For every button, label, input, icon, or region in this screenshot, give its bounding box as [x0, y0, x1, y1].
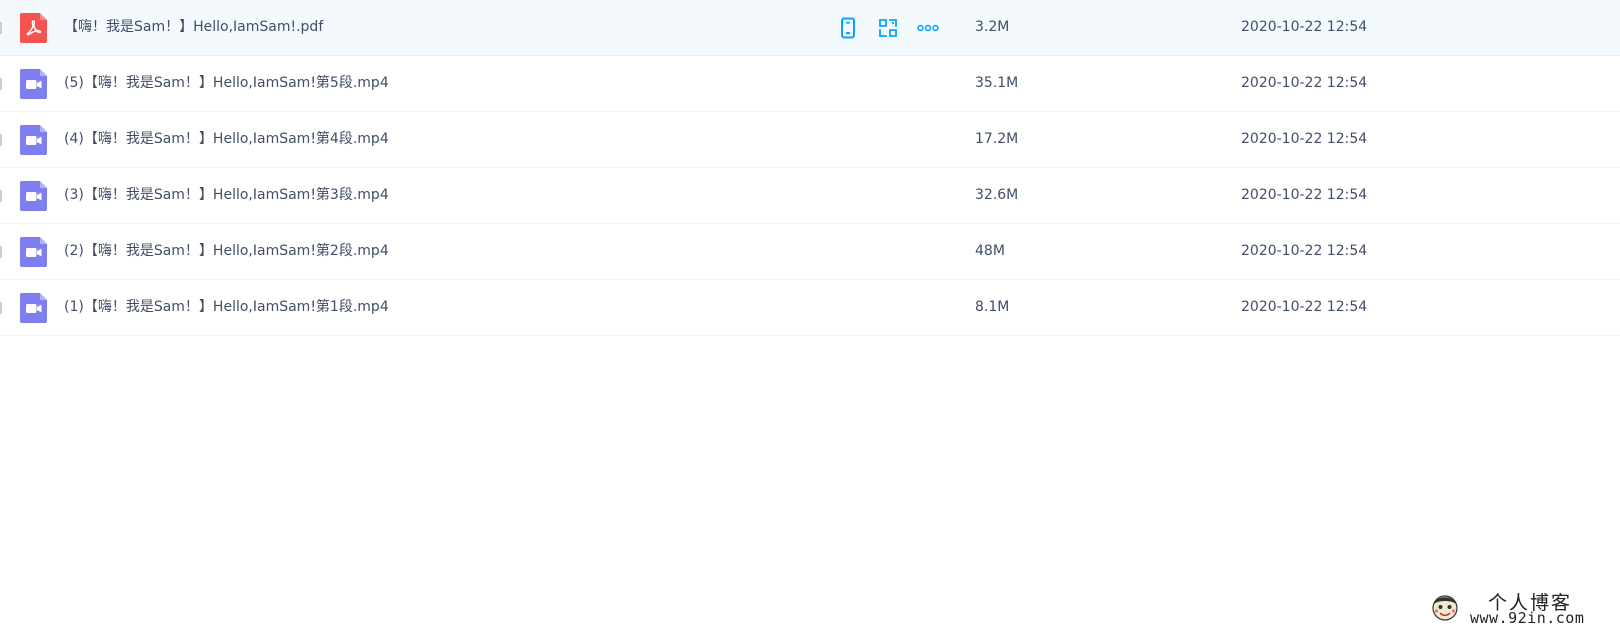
file-row[interactable]: (2)【嗨！我是Sam！】Hello,IamSam!第2段.mp4 48M 20… [0, 224, 1620, 280]
watermark: 个人博客 www.92in.com [1428, 588, 1620, 629]
video-icon [20, 293, 47, 323]
file-name[interactable]: (3)【嗨！我是Sam！】Hello,IamSam!第3段.mp4 [64, 168, 389, 222]
file-size: 17.2M [975, 131, 1019, 147]
row-actions [835, 17, 941, 39]
file-name[interactable]: (2)【嗨！我是Sam！】Hello,IamSam!第2段.mp4 [64, 224, 389, 278]
video-icon [20, 237, 47, 267]
video-icon [20, 125, 47, 155]
file-row[interactable]: (3)【嗨！我是Sam！】Hello,IamSam!第3段.mp4 32.6M … [0, 168, 1620, 224]
row-checkbox[interactable] [0, 134, 2, 146]
more-dots-icon[interactable] [915, 17, 941, 39]
pdf-icon [20, 13, 47, 43]
file-row[interactable]: (4)【嗨！我是Sam！】Hello,IamSam!第4段.mp4 17.2M … [0, 112, 1620, 168]
file-size: 3.2M [975, 19, 1010, 35]
file-size: 32.6M [975, 187, 1019, 203]
file-date: 2020-10-22 12:54 [1241, 299, 1368, 315]
watermark-url: www.92in.com [1470, 609, 1585, 627]
row-checkbox[interactable] [0, 22, 2, 34]
file-name[interactable]: (1)【嗨！我是Sam！】Hello,IamSam!第1段.mp4 [64, 280, 389, 334]
file-size: 8.1M [975, 299, 1010, 315]
file-size: 35.1M [975, 75, 1019, 91]
file-name[interactable]: (4)【嗨！我是Sam！】Hello,IamSam!第4段.mp4 [64, 112, 389, 166]
row-checkbox[interactable] [0, 78, 2, 90]
phone-icon[interactable] [835, 17, 861, 39]
video-icon [20, 181, 47, 211]
row-checkbox[interactable] [0, 190, 2, 202]
file-row[interactable]: (5)【嗨！我是Sam！】Hello,IamSam!第5段.mp4 35.1M … [0, 56, 1620, 112]
file-row[interactable]: (1)【嗨！我是Sam！】Hello,IamSam!第1段.mp4 8.1M 2… [0, 280, 1620, 336]
file-date: 2020-10-22 12:54 [1241, 131, 1368, 147]
row-checkbox[interactable] [0, 246, 2, 258]
file-date: 2020-10-22 12:54 [1241, 75, 1368, 91]
file-date: 2020-10-22 12:54 [1241, 19, 1368, 35]
file-date: 2020-10-22 12:54 [1241, 243, 1368, 259]
file-row[interactable]: 【嗨！我是Sam！】Hello,IamSam!.pdf 3.2M 2020-10… [0, 0, 1620, 56]
file-list: 【嗨！我是Sam！】Hello,IamSam!.pdf 3.2M 2020-10… [0, 0, 1620, 336]
file-name[interactable]: (5)【嗨！我是Sam！】Hello,IamSam!第5段.mp4 [64, 56, 389, 110]
file-name[interactable]: 【嗨！我是Sam！】Hello,IamSam!.pdf [64, 0, 323, 54]
qr-code-icon[interactable] [875, 17, 901, 39]
file-date: 2020-10-22 12:54 [1241, 187, 1368, 203]
row-checkbox[interactable] [0, 302, 2, 314]
file-size: 48M [975, 243, 1005, 259]
video-icon [20, 69, 47, 99]
cartoon-face-icon [1430, 592, 1460, 622]
